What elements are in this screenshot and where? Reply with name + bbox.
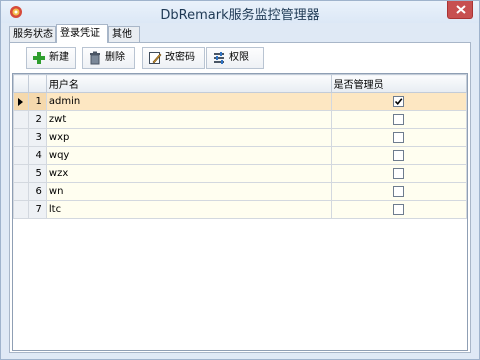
username-cell[interactable]: admin (45, 92, 332, 111)
app-window: DbRemark服务监控管理器 服务状态 登录凭证 其他 新建 删除 改密码 权… (0, 0, 480, 360)
row-number: 6 (27, 182, 47, 201)
indicator-header (13, 74, 29, 93)
permissions-button[interactable]: 权限 (206, 47, 264, 69)
is-admin-checkbox[interactable] (393, 149, 405, 161)
username-cell[interactable]: wn (45, 182, 332, 201)
row-number: 3 (27, 128, 47, 147)
is-admin-checkbox[interactable] (393, 95, 405, 107)
title-bar[interactable]: DbRemark服务监控管理器 (1, 1, 479, 23)
tab-label: 登录凭证 (60, 28, 100, 39)
tab-other[interactable]: 其他 (108, 26, 140, 42)
row-number-header (27, 74, 47, 93)
row-number: 1 (27, 92, 47, 111)
new-button[interactable]: 新建 (26, 47, 76, 69)
permissions-icon (214, 52, 224, 64)
row-indicator[interactable] (13, 110, 29, 129)
check-icon (395, 98, 403, 105)
is-admin-cell (330, 164, 467, 183)
is-admin-cell (330, 182, 467, 201)
username-column-header[interactable]: 用户名 (45, 74, 332, 93)
tab-login-credentials[interactable]: 登录凭证 (56, 24, 108, 43)
close-icon (456, 5, 466, 14)
row-indicator[interactable] (13, 182, 29, 201)
change-password-button-label: 改密码 (165, 52, 195, 63)
row-number: 7 (27, 200, 47, 219)
is-admin-checkbox[interactable] (393, 185, 405, 197)
is-admin-cell (330, 110, 467, 129)
username-cell[interactable]: wxp (45, 128, 332, 147)
table-row[interactable]: 4 wqy (13, 146, 467, 165)
is-admin-cell (330, 92, 467, 111)
plus-icon (33, 52, 45, 64)
row-number: 2 (27, 110, 47, 129)
table-row[interactable]: 1 admin (13, 92, 467, 111)
is-admin-checkbox[interactable] (393, 131, 405, 143)
row-indicator[interactable] (13, 146, 29, 165)
row-number: 5 (27, 164, 47, 183)
delete-button-label: 删除 (105, 52, 125, 63)
header-row: 用户名 是否管理员 (13, 74, 467, 93)
username-cell[interactable]: wqy (45, 146, 332, 165)
tab-label: 服务状态 (13, 29, 53, 40)
tab-service-status[interactable]: 服务状态 (9, 26, 56, 42)
username-cell[interactable]: ltc (45, 200, 332, 219)
grid-body: 1 admin 2 zwt 3 wxp 4 wqy 5 wzx 6 wn 7 ltc (13, 92, 467, 219)
is-admin-checkbox[interactable] (393, 167, 405, 179)
permissions-button-label: 权限 (229, 52, 249, 63)
delete-button[interactable]: 删除 (82, 47, 135, 69)
username-cell[interactable]: zwt (45, 110, 332, 129)
is-admin-column-header[interactable]: 是否管理员 (330, 74, 467, 93)
is-admin-cell (330, 200, 467, 219)
row-indicator[interactable] (13, 164, 29, 183)
username-cell[interactable]: wzx (45, 164, 332, 183)
is-admin-cell (330, 146, 467, 165)
credentials-grid[interactable]: 用户名 是否管理员 1 admin 2 zwt 3 wxp 4 wqy 5 wzx 6 wn 7 ltc (12, 73, 468, 351)
trash-icon (90, 51, 100, 65)
tab-page-login-credentials: 新建 删除 改密码 权限 用户名 是否管理员 1 admin 2 zwt 3 w… (9, 42, 471, 353)
table-row[interactable]: 6 wn (13, 182, 467, 201)
row-indicator[interactable] (13, 200, 29, 219)
is-admin-checkbox[interactable] (393, 203, 405, 215)
close-button[interactable] (447, 1, 473, 19)
table-row[interactable]: 5 wzx (13, 164, 467, 183)
is-admin-checkbox[interactable] (393, 113, 405, 125)
tab-label: 其他 (112, 29, 132, 40)
row-indicator[interactable] (13, 92, 29, 111)
is-admin-cell (330, 128, 467, 147)
new-button-label: 新建 (49, 52, 69, 63)
row-indicator[interactable] (13, 128, 29, 147)
table-row[interactable]: 2 zwt (13, 110, 467, 129)
table-row[interactable]: 7 ltc (13, 200, 467, 219)
table-row[interactable]: 3 wxp (13, 128, 467, 147)
credentials-table: 用户名 是否管理员 1 admin 2 zwt 3 wxp 4 wqy 5 wzx 6 wn 7 ltc (13, 74, 467, 219)
edit-icon (149, 52, 162, 64)
change-password-button[interactable]: 改密码 (142, 47, 205, 69)
row-number: 4 (27, 146, 47, 165)
current-row-arrow-icon (18, 98, 23, 106)
window-title: DbRemark服务监控管理器 (160, 8, 320, 23)
